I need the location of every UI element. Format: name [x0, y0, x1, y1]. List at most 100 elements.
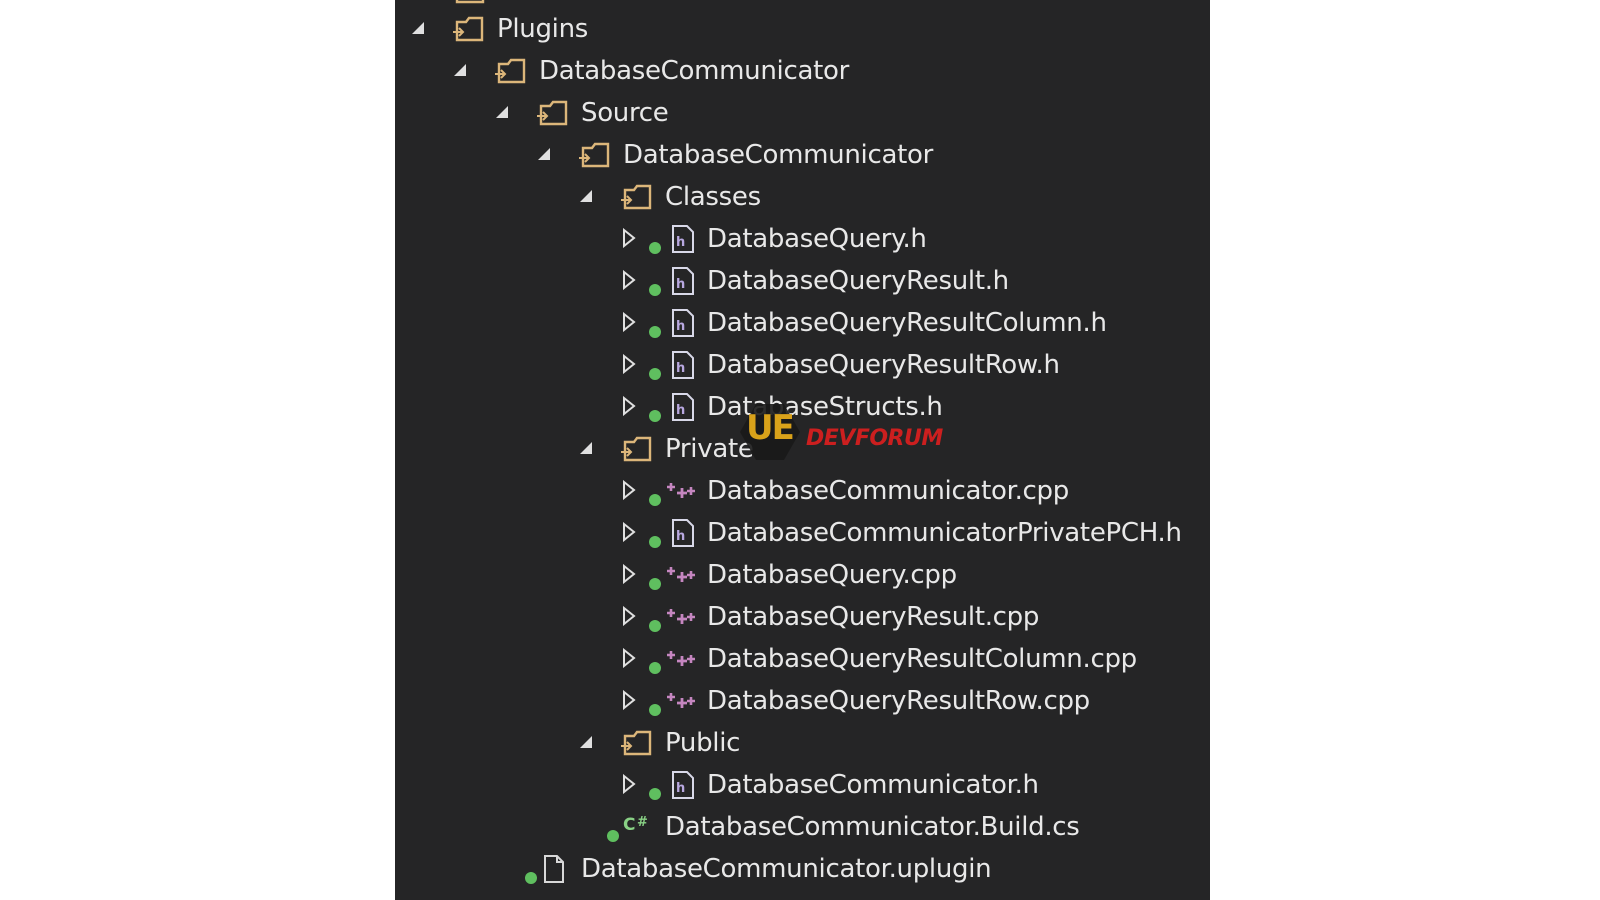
- tree-row-file[interactable]: h DatabaseCommunicator.h: [395, 764, 1210, 806]
- tree-label: DatabaseQuery.cpp: [707, 560, 957, 590]
- source-control-status-dot: [649, 242, 661, 254]
- expand-arrow-icon[interactable]: [619, 302, 639, 344]
- tree-row-file[interactable]: DatabaseQueryResult.cpp: [395, 596, 1210, 638]
- collapse-arrow-icon[interactable]: [577, 722, 597, 764]
- ue-logo-icon: UE: [738, 402, 802, 462]
- expand-arrow-icon[interactable]: [619, 512, 639, 554]
- tree-label: DatabaseQueryResultRow.cpp: [707, 686, 1090, 716]
- tree-row-file[interactable]: DatabaseQuery.cpp: [395, 554, 1210, 596]
- collapse-arrow-icon[interactable]: [451, 50, 471, 92]
- tree-row-classes[interactable]: Classes: [395, 176, 1210, 218]
- collapse-arrow-icon[interactable]: [535, 134, 555, 176]
- tree-label: DatabaseCommunicator: [623, 140, 933, 170]
- solution-folder-icon: [577, 138, 613, 172]
- svg-text:h: h: [676, 277, 685, 292]
- source-control-status-dot: [607, 830, 619, 842]
- solution-folder-icon: [451, 12, 487, 46]
- header-file-icon: h: [665, 390, 701, 424]
- tree-row-file[interactable]: h DatabaseCommunicatorPrivatePCH.h: [395, 512, 1210, 554]
- tree-label: DatabaseCommunicator: [539, 56, 849, 86]
- cpp-file-icon: [663, 642, 699, 676]
- tree-label: DatabaseQueryResult.h: [707, 266, 1009, 296]
- source-control-status-dot: [649, 494, 661, 506]
- tree-row-file[interactable]: DatabaseCommunicator.cpp: [395, 470, 1210, 512]
- cpp-file-icon: [663, 558, 699, 592]
- tree-row-source[interactable]: Source: [395, 92, 1210, 134]
- folder-icon: [453, 0, 489, 8]
- expand-arrow-icon[interactable]: [619, 344, 639, 386]
- tree-label: DatabaseQueryResultColumn.cpp: [707, 644, 1137, 674]
- tree-label: DatabaseCommunicator.h: [707, 770, 1039, 800]
- tree-row-file[interactable]: h DatabaseQueryResult.h: [395, 260, 1210, 302]
- header-file-icon: h: [665, 222, 701, 256]
- tree-row-plugins[interactable]: Plugins: [395, 8, 1210, 50]
- expand-arrow-icon[interactable]: [619, 470, 639, 512]
- solution-folder-icon: [535, 96, 571, 130]
- svg-text:h: h: [676, 235, 685, 250]
- tree-row-file[interactable]: DatabaseQueryResultColumn.cpp: [395, 638, 1210, 680]
- source-control-status-dot: [649, 284, 661, 296]
- tree-label: DatabaseQueryResult.cpp: [707, 602, 1040, 632]
- expand-arrow-icon[interactable]: [619, 680, 639, 722]
- tree-row-file[interactable]: C # DatabaseCommunicator.Build.cs: [395, 806, 1210, 848]
- tree-label: DatabaseQuery.h: [707, 224, 927, 254]
- svg-text:h: h: [676, 781, 685, 796]
- source-control-status-dot: [649, 410, 661, 422]
- svg-text:h: h: [676, 403, 685, 418]
- svg-text:#: #: [637, 815, 648, 830]
- expand-arrow-icon[interactable]: [619, 554, 639, 596]
- source-control-status-dot: [649, 368, 661, 380]
- collapse-arrow-icon[interactable]: [577, 428, 597, 470]
- expand-arrow-icon[interactable]: [619, 596, 639, 638]
- tree-label: DatabaseCommunicator.cpp: [707, 476, 1069, 506]
- tree-row-file[interactable]: h DatabaseQuery.h: [395, 218, 1210, 260]
- expand-arrow-icon[interactable]: [619, 218, 639, 260]
- expand-arrow-icon[interactable]: [619, 638, 639, 680]
- tree-label: DatabaseCommunicatorPrivatePCH.h: [707, 518, 1182, 548]
- source-control-status-dot: [649, 662, 661, 674]
- tree-row-file[interactable]: DatabaseCommunicator.uplugin: [395, 848, 1210, 890]
- tree-label: DatabaseQueryResultColumn.h: [707, 308, 1107, 338]
- source-control-status-dot: [649, 620, 661, 632]
- tree-row-databasecommunicator-module[interactable]: DatabaseCommunicator: [395, 134, 1210, 176]
- source-control-status-dot: [649, 578, 661, 590]
- solution-folder-icon: [493, 54, 529, 88]
- solution-folder-icon: [619, 180, 655, 214]
- collapse-arrow-icon[interactable]: [409, 8, 429, 50]
- tree-label: Classes: [665, 182, 761, 212]
- tree-label: DatabaseCommunicator.Build.cs: [665, 812, 1080, 842]
- ue-devforum-watermark: UE DEVFORUM: [738, 402, 943, 462]
- svg-text:C: C: [623, 815, 635, 835]
- csharp-file-icon: C #: [621, 810, 657, 844]
- collapse-arrow-icon[interactable]: [493, 92, 513, 134]
- tree-row-databasecommunicator[interactable]: DatabaseCommunicator: [395, 50, 1210, 92]
- tree-row-public[interactable]: Public: [395, 722, 1210, 764]
- source-control-status-dot: [649, 536, 661, 548]
- expand-arrow-icon[interactable]: [619, 764, 639, 806]
- source-control-status-dot: [649, 788, 661, 800]
- svg-text:h: h: [676, 361, 685, 376]
- expand-arrow-icon[interactable]: [619, 386, 639, 428]
- tree-row-file[interactable]: DatabaseQueryResultRow.cpp: [395, 680, 1210, 722]
- source-control-status-dot: [649, 704, 661, 716]
- watermark-brand-text: DEVFORUM: [806, 426, 943, 451]
- collapse-arrow-icon[interactable]: [577, 176, 597, 218]
- watermark-logo-text: UE: [746, 408, 795, 448]
- solution-folder-icon: [619, 726, 655, 760]
- generic-file-icon: [537, 852, 573, 886]
- tree-row-file[interactable]: h DatabaseQueryResultColumn.h: [395, 302, 1210, 344]
- tree-label: DatabaseCommunicator.uplugin: [581, 854, 992, 884]
- expand-arrow-icon[interactable]: [619, 260, 639, 302]
- tree-row-file[interactable]: h DatabaseQueryResultRow.h: [395, 344, 1210, 386]
- header-file-icon: h: [665, 264, 701, 298]
- svg-text:h: h: [676, 319, 685, 334]
- header-file-icon: h: [665, 516, 701, 550]
- source-control-status-dot: [525, 872, 537, 884]
- tree-label: DatabaseQueryResultRow.h: [707, 350, 1060, 380]
- cpp-file-icon: [663, 684, 699, 718]
- tree-label: Plugins: [497, 14, 589, 44]
- svg-text:h: h: [676, 529, 685, 544]
- cpp-file-icon: [663, 474, 699, 508]
- source-control-status-dot: [649, 326, 661, 338]
- tree-label: Source: [581, 98, 669, 128]
